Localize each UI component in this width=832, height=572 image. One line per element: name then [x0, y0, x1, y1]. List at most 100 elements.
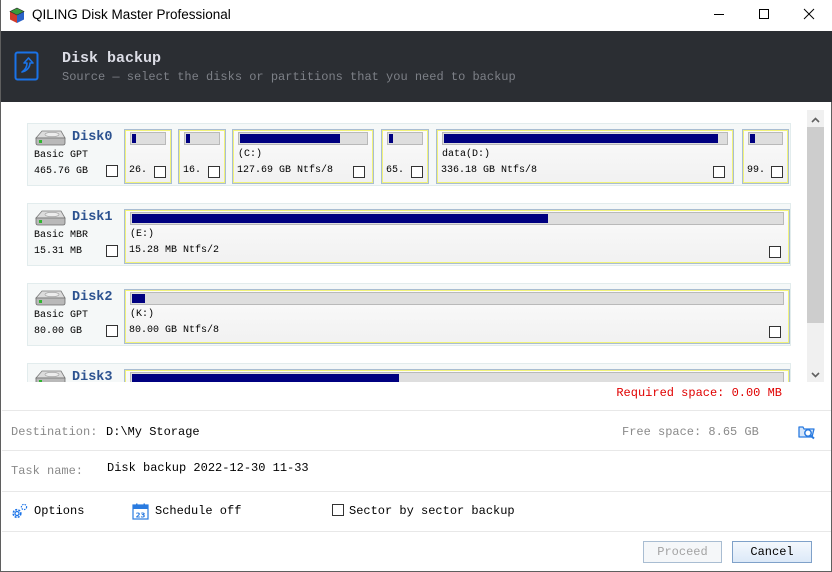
- partition-box-e[interactable]: (E:) 15.28 MB Ntfs/2: [124, 209, 790, 264]
- partition-box[interactable]: 65.: [381, 129, 429, 184]
- calendar-day: 23: [136, 512, 146, 520]
- page-header: Disk backup Source — select the disks or…: [1, 31, 832, 102]
- usage-bar: [748, 132, 783, 145]
- partition-checkbox[interactable]: [411, 166, 423, 178]
- app-logo-icon: [9, 7, 25, 24]
- partition-box[interactable]: 16.: [178, 129, 226, 184]
- disk-checkbox[interactable]: [106, 245, 118, 257]
- partition-checkbox[interactable]: [769, 326, 781, 338]
- divider: [2, 450, 831, 451]
- sector-by-sector-label[interactable]: Sector by sector backup: [349, 504, 515, 518]
- folder-search-icon[interactable]: [798, 423, 817, 440]
- usage-fill: [132, 374, 399, 382]
- usage-bar: [442, 132, 728, 145]
- partition-checkbox[interactable]: [353, 166, 365, 178]
- page-title: Disk backup: [62, 50, 162, 67]
- partition-label: (E:): [130, 229, 155, 240]
- disk-name: Disk2: [72, 290, 113, 305]
- task-name-input[interactable]: Disk backup 2022-12-30 11-33: [107, 461, 309, 475]
- proceed-button[interactable]: Proceed: [643, 541, 722, 563]
- partition-size: 80.00 GB Ntfs/8: [129, 325, 220, 336]
- disk-checkbox[interactable]: [106, 325, 118, 337]
- scroll-thumb[interactable]: [807, 127, 824, 323]
- partition-checkbox[interactable]: [713, 166, 725, 178]
- partition-box-c[interactable]: (C:) 127.69 GB Ntfs/8: [232, 129, 374, 184]
- chevron-down-icon: [811, 365, 820, 383]
- hard-disk-icon: [33, 369, 67, 382]
- scroll-up-button[interactable]: [807, 110, 824, 127]
- disk-row-disk3[interactable]: Disk3: [27, 363, 791, 382]
- task-name-label: Task name:: [11, 464, 84, 478]
- partition-box-k[interactable]: (K:) 80.00 GB Ntfs/8: [124, 289, 790, 344]
- minimize-button[interactable]: [696, 0, 742, 31]
- destination-label: Destination:: [11, 425, 98, 439]
- partition-box[interactable]: 99.: [742, 129, 789, 184]
- usage-fill: [389, 134, 394, 143]
- partition-box[interactable]: [124, 369, 790, 382]
- hard-disk-icon: [33, 289, 67, 307]
- close-button[interactable]: [786, 0, 832, 31]
- partition-label: (C:): [238, 149, 263, 160]
- partition-box[interactable]: 26.: [124, 129, 172, 184]
- options-button[interactable]: Options: [34, 504, 84, 518]
- title-bar: QILING Disk Master Professional: [1, 0, 832, 31]
- partition-box-d[interactable]: data(D:) 336.18 GB Ntfs/8: [436, 129, 734, 184]
- partition-size: 65.: [386, 165, 405, 176]
- partition-checkbox[interactable]: [771, 166, 783, 178]
- gear-icon[interactable]: [11, 503, 28, 520]
- partition-size: 99.: [747, 165, 766, 176]
- partition-label: data(D:): [442, 149, 491, 160]
- disk-row-disk2[interactable]: Disk2 Basic GPT 80.00 GB (K:) 80.00 GB N…: [27, 283, 791, 346]
- close-icon: [803, 7, 815, 25]
- usage-bar: [130, 292, 784, 305]
- scroll-down-button[interactable]: [807, 365, 824, 382]
- required-space: Required space: 0.00 MB: [616, 386, 782, 400]
- partition-checkbox[interactable]: [208, 166, 220, 178]
- usage-fill: [240, 134, 340, 143]
- chevron-up-icon: [811, 110, 820, 128]
- usage-bar: [130, 132, 166, 145]
- usage-fill: [750, 134, 755, 143]
- disk-size: 465.76 GB: [34, 166, 89, 177]
- cancel-button[interactable]: Cancel: [732, 541, 812, 563]
- disk-type: Basic GPT: [34, 150, 89, 161]
- schedule-button[interactable]: Schedule off: [155, 504, 241, 518]
- maximize-icon: [758, 7, 770, 25]
- usage-bar: [184, 132, 220, 145]
- partition-size: 26.: [129, 165, 148, 176]
- disk-list-scrollbar[interactable]: [807, 110, 824, 382]
- disk-list: Disk0 Basic GPT 465.76 GB 26. 16. (C:) 1…: [1, 110, 807, 382]
- usage-fill: [132, 294, 145, 303]
- divider: [2, 531, 831, 532]
- usage-fill: [186, 134, 190, 143]
- calendar-icon[interactable]: 23: [132, 503, 149, 520]
- destination-value[interactable]: D:\My Storage: [106, 425, 200, 439]
- disk-name: Disk3: [72, 370, 113, 382]
- app-window: QILING Disk Master Professional Disk bac…: [0, 0, 832, 572]
- divider: [2, 491, 831, 492]
- usage-fill: [444, 134, 718, 143]
- partition-size: 16.: [183, 165, 202, 176]
- page-subtitle: Source — select the disks or partitions …: [62, 70, 516, 84]
- usage-bar: [130, 212, 784, 225]
- partition-size: 15.28 MB Ntfs/2: [129, 245, 220, 256]
- free-space: Free space: 8.65 GB: [622, 425, 759, 439]
- usage-bar: [238, 132, 368, 145]
- maximize-button[interactable]: [741, 0, 787, 31]
- disk-row-disk0[interactable]: Disk0 Basic GPT 465.76 GB 26. 16. (C:) 1…: [27, 123, 791, 186]
- disk-size: 15.31 MB: [34, 246, 83, 257]
- disk-backup-icon: [14, 51, 39, 81]
- hard-disk-icon: [33, 209, 67, 227]
- sector-by-sector-checkbox[interactable]: [332, 504, 344, 516]
- partition-size: 336.18 GB Ntfs/8: [441, 165, 538, 176]
- partition-checkbox[interactable]: [769, 246, 781, 258]
- usage-bar: [387, 132, 423, 145]
- disk-checkbox[interactable]: [106, 165, 118, 177]
- hard-disk-icon: [33, 129, 67, 147]
- usage-fill: [132, 134, 136, 143]
- partition-size: 127.69 GB Ntfs/8: [237, 165, 334, 176]
- disk-row-disk1[interactable]: Disk1 Basic MBR 15.31 MB (E:) 15.28 MB N…: [27, 203, 791, 266]
- partition-checkbox[interactable]: [154, 166, 166, 178]
- divider: [2, 410, 831, 411]
- disk-type: Basic MBR: [34, 230, 89, 241]
